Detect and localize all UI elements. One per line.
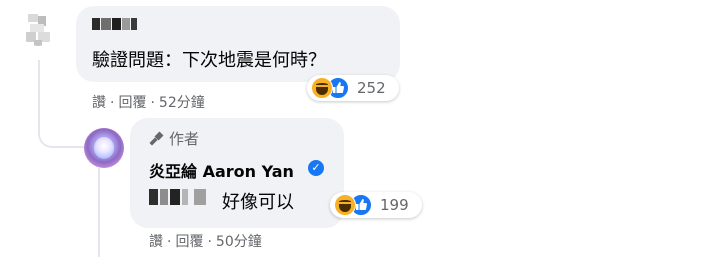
like-button[interactable]: 讚 bbox=[92, 92, 106, 112]
reaction-count: 199 bbox=[380, 196, 409, 214]
timestamp[interactable]: 50分鐘 bbox=[216, 231, 262, 251]
haha-icon bbox=[311, 77, 333, 99]
reactions-summary[interactable]: 252 bbox=[307, 75, 399, 101]
author-badge-label: 作者 bbox=[169, 130, 200, 148]
reply-text: 好像可以 bbox=[222, 192, 294, 213]
timestamp[interactable]: 52分鐘 bbox=[159, 92, 205, 112]
reply-button[interactable]: 回覆 bbox=[118, 92, 146, 112]
author-avatar[interactable] bbox=[84, 128, 124, 168]
commenter-name[interactable] bbox=[92, 18, 138, 32]
verified-badge-icon: ✓ bbox=[308, 160, 324, 176]
thread-connector bbox=[38, 108, 84, 148]
microphone-icon bbox=[149, 131, 164, 146]
author-badge: 作者 bbox=[149, 128, 199, 149]
avatar[interactable] bbox=[20, 10, 56, 46]
mentioned-user[interactable] bbox=[149, 189, 208, 207]
like-button[interactable]: 讚 bbox=[149, 231, 163, 251]
reply-button[interactable]: 回覆 bbox=[175, 231, 203, 251]
reply-reactions-summary[interactable]: 199 bbox=[330, 192, 422, 218]
thread-line-2 bbox=[98, 168, 100, 257]
reply-actions: 讚 · 回覆 · 50分鐘 bbox=[149, 231, 262, 251]
reaction-count: 252 bbox=[357, 79, 386, 97]
author-name[interactable]: 炎亞綸 Aaron Yan bbox=[149, 158, 294, 182]
haha-icon bbox=[334, 194, 356, 216]
comment-text: 驗證問題：下次地震是何時？ bbox=[92, 50, 326, 71]
comment-actions: 讚 · 回覆 · 52分鐘 bbox=[92, 92, 205, 112]
